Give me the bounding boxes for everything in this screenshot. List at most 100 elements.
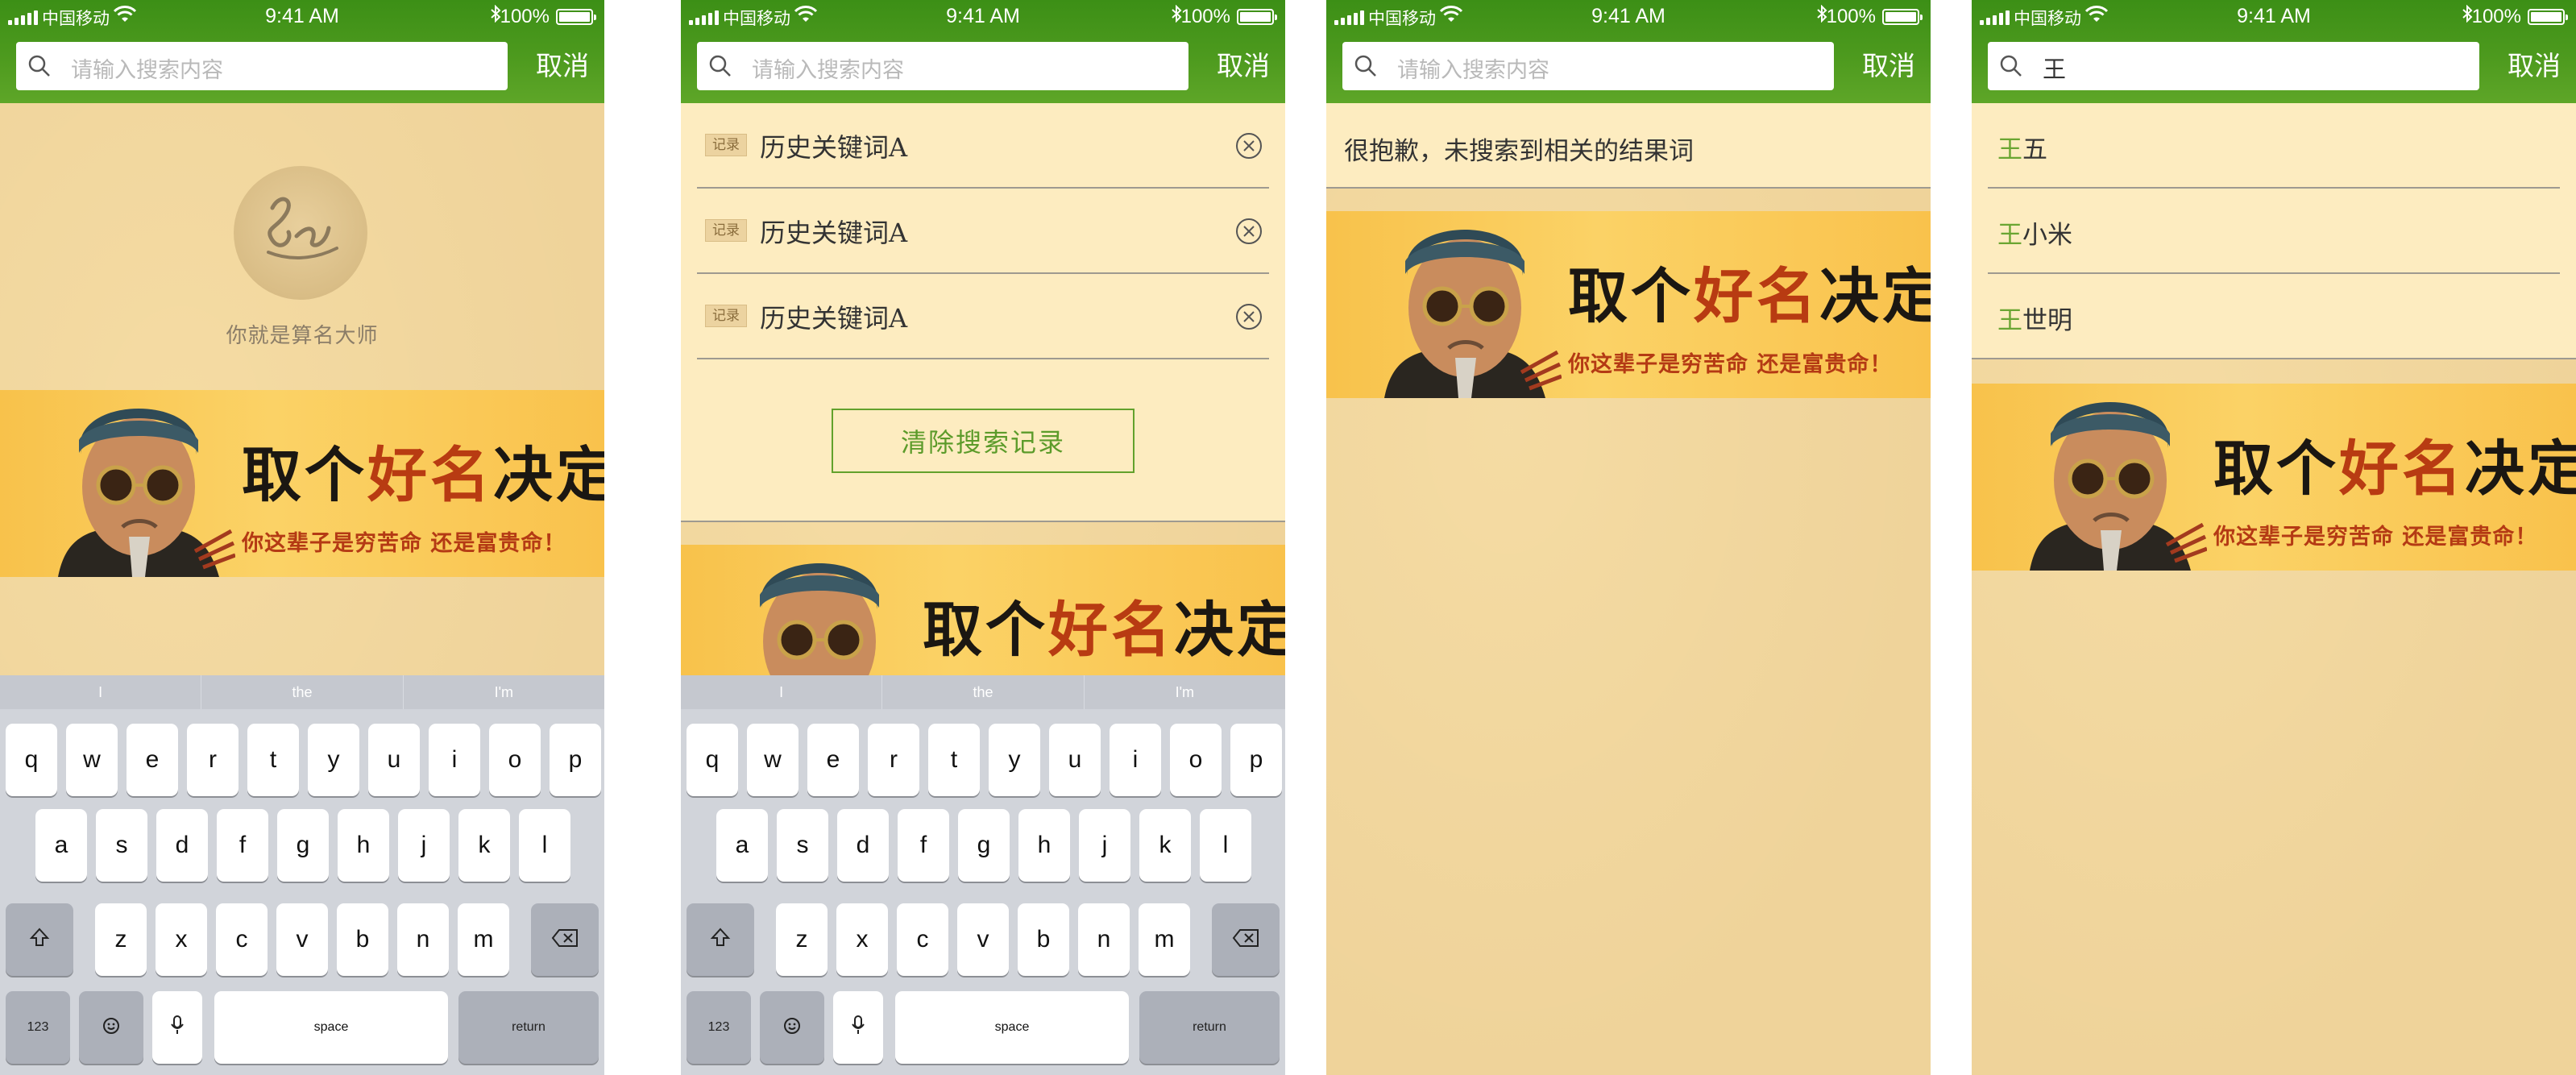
key-y[interactable]: y <box>989 724 1040 796</box>
history-item[interactable]: 记录 历史关键词A <box>697 189 1269 274</box>
history-tag: 记录 <box>705 219 747 242</box>
promo-banner[interactable]: 取个好名决定 你这辈子是穷苦命 还是富贵命！ <box>1326 211 1931 398</box>
space-key[interactable]: space <box>214 991 448 1064</box>
key-z[interactable]: z <box>95 903 147 976</box>
key-a[interactable]: a <box>716 809 768 882</box>
key-k[interactable]: k <box>1139 809 1191 882</box>
emoji-key[interactable] <box>760 991 824 1064</box>
key-c[interactable]: c <box>897 903 948 976</box>
space-key[interactable]: space <box>895 991 1129 1064</box>
key-l[interactable]: l <box>1200 809 1251 882</box>
delete-history-icon[interactable] <box>1234 131 1264 161</box>
key-t[interactable]: t <box>247 724 299 796</box>
key-h[interactable]: h <box>1018 809 1070 882</box>
suggestion-item[interactable]: the <box>201 675 404 709</box>
key-f[interactable]: f <box>898 809 949 882</box>
result-item[interactable]: 王小米 <box>1988 189 2560 274</box>
search-input[interactable]: 王 <box>1988 42 2479 90</box>
key-w[interactable]: w <box>66 724 118 796</box>
key-n[interactable]: n <box>397 903 449 976</box>
delete-key[interactable] <box>531 903 599 976</box>
key-s[interactable]: s <box>777 809 828 882</box>
clear-history-button[interactable]: 清除搜索记录 <box>832 409 1135 473</box>
cancel-button[interactable]: 取消 <box>2500 45 2568 87</box>
key-j[interactable]: j <box>398 809 450 882</box>
history-item[interactable]: 记录 历史关键词A <box>697 103 1269 189</box>
search-icon <box>1354 55 1376 77</box>
delete-history-icon[interactable] <box>1234 216 1264 247</box>
numbers-key[interactable]: 123 <box>6 991 70 1064</box>
key-i[interactable]: i <box>1110 724 1161 796</box>
promo-banner[interactable]: 取个好名决定 你这辈子是穷苦命 还是富贵命！ <box>1972 384 2576 571</box>
key-l[interactable]: l <box>519 809 570 882</box>
key-r[interactable]: r <box>868 724 919 796</box>
key-o[interactable]: o <box>489 724 541 796</box>
key-v[interactable]: v <box>276 903 328 976</box>
result-item[interactable]: 王世明 <box>1988 274 2560 359</box>
microphone-icon <box>851 992 865 1065</box>
key-b[interactable]: b <box>337 903 388 976</box>
suggestion-item[interactable]: I'm <box>404 675 604 709</box>
delete-history-icon[interactable] <box>1234 301 1264 332</box>
key-y[interactable]: y <box>308 724 359 796</box>
key-b[interactable]: b <box>1018 903 1069 976</box>
header: 中国移动 9:41 AM 100% 请输入搜索内容 取消 <box>681 0 1285 103</box>
key-x[interactable]: x <box>156 903 207 976</box>
key-x[interactable]: x <box>836 903 888 976</box>
numbers-key[interactable]: 123 <box>687 991 751 1064</box>
suggestion-item[interactable]: the <box>882 675 1085 709</box>
key-z[interactable]: z <box>776 903 828 976</box>
key-a[interactable]: a <box>35 809 87 882</box>
promo-banner[interactable]: 取个好名决定 你这辈子是穷苦命 还是富贵命！ <box>0 390 604 577</box>
microphone-key[interactable] <box>152 991 202 1064</box>
cancel-button[interactable]: 取消 <box>1209 45 1277 87</box>
return-key[interactable]: return <box>1139 991 1280 1064</box>
key-m[interactable]: m <box>458 903 509 976</box>
key-m[interactable]: m <box>1139 903 1190 976</box>
search-input[interactable]: 请输入搜索内容 <box>697 42 1188 90</box>
keyboard: I the I'm q w e r t y u i o p a s d f g h j k l z x c v b n m 123 s… <box>681 675 1285 1075</box>
history-item[interactable]: 记录 历史关键词A <box>697 274 1269 359</box>
return-key[interactable]: return <box>458 991 599 1064</box>
suggestion-item[interactable]: I <box>681 675 883 709</box>
result-item[interactable]: 王五 <box>1988 103 2560 189</box>
key-p[interactable]: p <box>1230 724 1282 796</box>
key-k[interactable]: k <box>458 809 510 882</box>
key-d[interactable]: d <box>156 809 208 882</box>
key-u[interactable]: u <box>368 724 420 796</box>
cancel-button[interactable]: 取消 <box>529 45 596 87</box>
key-e[interactable]: e <box>127 724 178 796</box>
shift-key[interactable] <box>6 903 73 976</box>
search-input[interactable]: 请输入搜索内容 <box>1342 42 1834 90</box>
key-n[interactable]: n <box>1078 903 1130 976</box>
shift-key[interactable] <box>687 903 754 976</box>
history-keyword: 历史关键词A <box>760 132 908 163</box>
key-g[interactable]: g <box>958 809 1010 882</box>
key-g[interactable]: g <box>277 809 329 882</box>
key-w[interactable]: w <box>747 724 799 796</box>
delete-key[interactable] <box>1212 903 1280 976</box>
emoji-key[interactable] <box>79 991 143 1064</box>
key-v[interactable]: v <box>957 903 1009 976</box>
key-s[interactable]: s <box>96 809 147 882</box>
key-h[interactable]: h <box>338 809 389 882</box>
key-i[interactable]: i <box>429 724 480 796</box>
battery-percent: 100% <box>1826 6 1876 27</box>
key-f[interactable]: f <box>217 809 268 882</box>
microphone-key[interactable] <box>833 991 883 1064</box>
key-r[interactable]: r <box>187 724 239 796</box>
cancel-button[interactable]: 取消 <box>1855 45 1923 87</box>
key-t[interactable]: t <box>928 724 980 796</box>
key-o[interactable]: o <box>1170 724 1222 796</box>
key-q[interactable]: q <box>687 724 738 796</box>
key-j[interactable]: j <box>1079 809 1130 882</box>
key-q[interactable]: q <box>6 724 57 796</box>
suggestion-item[interactable]: I <box>0 675 202 709</box>
key-c[interactable]: c <box>216 903 268 976</box>
key-e[interactable]: e <box>807 724 859 796</box>
suggestion-item[interactable]: I'm <box>1085 675 1285 709</box>
key-p[interactable]: p <box>550 724 601 796</box>
key-d[interactable]: d <box>837 809 889 882</box>
key-u[interactable]: u <box>1049 724 1101 796</box>
search-input[interactable]: 请输入搜索内容 <box>16 42 508 90</box>
